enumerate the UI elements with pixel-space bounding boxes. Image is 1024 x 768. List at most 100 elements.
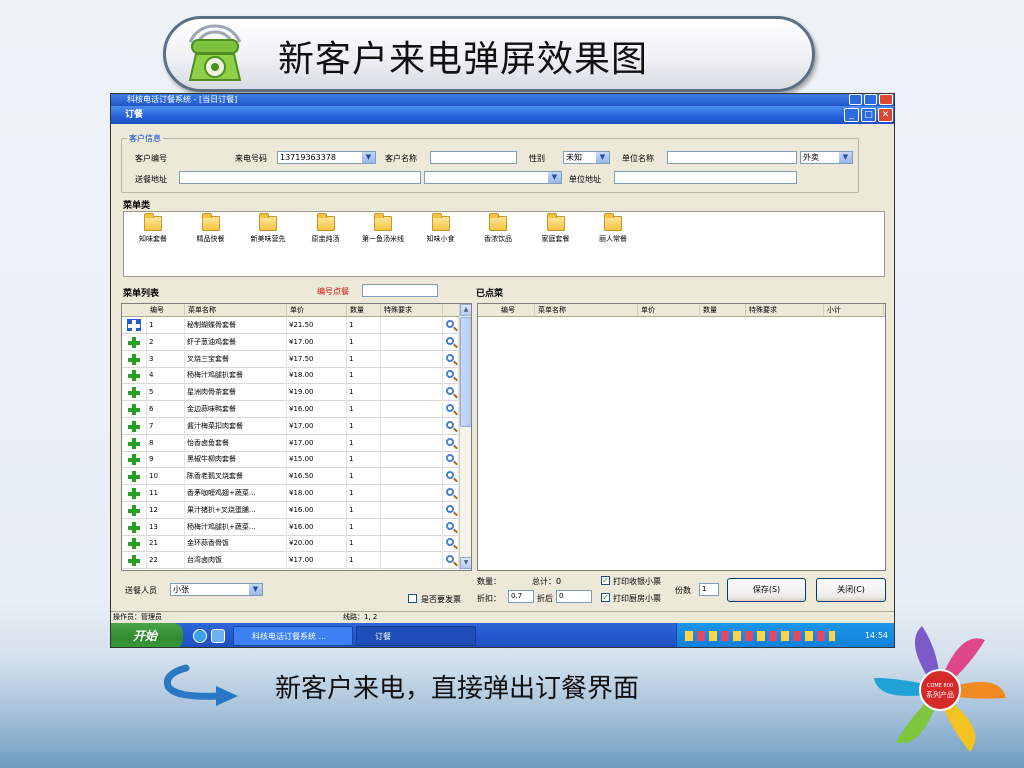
lookup-cell[interactable] xyxy=(443,317,459,334)
delivery-person-combo[interactable]: 小张 ▼ xyxy=(170,583,263,596)
add-plus-icon[interactable] xyxy=(127,487,141,499)
magnifier-icon[interactable] xyxy=(446,353,454,362)
lookup-cell[interactable] xyxy=(443,434,459,452)
print-kitchen-checkbox[interactable]: ✓ xyxy=(601,593,610,602)
lookup-cell[interactable] xyxy=(443,333,459,351)
category-folder[interactable]: 新美味营先 xyxy=(241,213,295,244)
magnifier-icon[interactable] xyxy=(446,521,454,530)
invoice-checkbox[interactable] xyxy=(408,594,417,603)
ordered-col-header[interactable]: 编号 xyxy=(498,304,535,317)
ordered-col-header[interactable]: 菜单名称 xyxy=(535,304,638,317)
cell-special[interactable] xyxy=(381,417,443,435)
lookup-cell[interactable] xyxy=(443,417,459,435)
table-row[interactable]: 3 叉烧三宝套餐 ¥17.50 1 xyxy=(122,350,459,368)
category-folder[interactable]: 知味小食 xyxy=(414,213,468,244)
add-cell[interactable] xyxy=(122,552,147,570)
cell-special[interactable] xyxy=(381,384,443,402)
add-cell[interactable] xyxy=(122,468,147,486)
category-folder[interactable]: 第一鱼汤米线 xyxy=(356,213,410,244)
magnifier-icon[interactable] xyxy=(446,454,454,463)
lookup-cell[interactable] xyxy=(443,367,459,385)
category-folder[interactable]: 丽人常餐 xyxy=(586,213,640,244)
unit-address-input[interactable] xyxy=(614,171,797,184)
magnifier-icon[interactable] xyxy=(446,471,454,480)
menu-col-header[interactable]: 菜单名称 xyxy=(185,304,287,317)
add-cell[interactable] xyxy=(122,434,147,452)
add-cell[interactable] xyxy=(122,384,147,402)
table-row[interactable]: 8 怡香卤鱼套餐 ¥17.00 1 xyxy=(122,434,459,452)
after-discount-input[interactable]: 0 xyxy=(556,590,592,603)
add-cell[interactable] xyxy=(122,367,147,385)
task-app[interactable]: 科核电话订餐系统 ... xyxy=(233,626,353,646)
magnifier-icon[interactable] xyxy=(446,437,454,446)
outer-restore-button[interactable] xyxy=(864,94,877,105)
lookup-cell[interactable] xyxy=(443,501,459,519)
add-cell[interactable] xyxy=(122,535,147,553)
category-folder[interactable]: 原盅炖汤 xyxy=(299,213,353,244)
add-plus-icon[interactable] xyxy=(127,386,141,399)
add-plus-icon[interactable] xyxy=(127,319,141,331)
add-cell[interactable] xyxy=(122,333,147,351)
category-folder[interactable]: 精品快餐 xyxy=(184,213,238,244)
magnifier-icon[interactable] xyxy=(446,420,454,429)
address-combo[interactable]: ▼ xyxy=(424,171,562,184)
add-cell[interactable] xyxy=(122,485,147,502)
cell-special[interactable] xyxy=(381,451,443,469)
lookup-cell[interactable] xyxy=(443,535,459,553)
table-row[interactable]: 4 杨梅汁鸡腿扒套餐 ¥18.00 1 xyxy=(122,367,459,385)
table-row[interactable]: 7 酱汁梅菜扣肉套餐 ¥17.00 1 xyxy=(122,417,459,435)
table-row[interactable]: 2 虾子葱油鸡套餐 ¥17.00 1 xyxy=(122,333,459,351)
ordered-col-header[interactable]: 数量 xyxy=(700,304,746,317)
cell-special[interactable] xyxy=(381,518,443,536)
add-cell[interactable] xyxy=(122,518,147,536)
table-row[interactable]: 9 黑椒牛柳肉套餐 ¥15.00 1 xyxy=(122,451,459,469)
magnifier-icon[interactable] xyxy=(446,387,454,396)
add-cell[interactable] xyxy=(122,451,147,469)
start-button[interactable]: 开始 xyxy=(111,623,183,647)
phone-combo[interactable]: 13719363378 ▼ xyxy=(277,151,376,164)
lookup-cell[interactable] xyxy=(443,350,459,368)
lookup-cell[interactable] xyxy=(443,401,459,418)
task-order[interactable]: 订餐 xyxy=(356,626,476,646)
magnifier-icon[interactable] xyxy=(446,320,454,328)
cell-special[interactable] xyxy=(381,333,443,351)
ie-icon[interactable] xyxy=(193,629,207,643)
gender-combo[interactable]: 未知 ▼ xyxy=(563,151,610,164)
category-folder[interactable]: 知味套餐 xyxy=(126,213,180,244)
menu-col-header[interactable]: 特殊要求 xyxy=(381,304,443,317)
magnifier-icon[interactable] xyxy=(446,538,454,547)
cell-special[interactable] xyxy=(381,485,443,502)
scroll-down-icon[interactable]: ▼ xyxy=(460,557,471,569)
cell-special[interactable] xyxy=(381,350,443,368)
add-plus-icon[interactable] xyxy=(127,537,141,550)
add-cell[interactable] xyxy=(122,317,147,334)
unit-name-input[interactable] xyxy=(667,151,797,164)
cell-special[interactable] xyxy=(381,367,443,385)
minimize-button[interactable]: _ xyxy=(844,108,859,122)
outer-minimize-button[interactable] xyxy=(849,94,862,105)
scroll-thumb[interactable] xyxy=(460,317,471,427)
menu-col-header[interactable]: 数量 xyxy=(347,304,381,317)
lookup-cell[interactable] xyxy=(443,518,459,536)
add-plus-icon[interactable] xyxy=(127,554,141,567)
save-button[interactable]: 保存(S) xyxy=(727,578,806,602)
add-cell[interactable] xyxy=(122,501,147,519)
add-plus-icon[interactable] xyxy=(127,504,141,516)
table-row[interactable]: 10 陈香老鹅叉烧套餐 ¥16.50 1 xyxy=(122,468,459,486)
magnifier-icon[interactable] xyxy=(446,555,454,564)
desktop-icon[interactable] xyxy=(211,629,225,643)
lookup-cell[interactable] xyxy=(443,552,459,570)
add-cell[interactable] xyxy=(122,350,147,368)
menu-table-scrollbar[interactable]: ▲ ▼ xyxy=(459,304,471,570)
table-row[interactable]: 5 星洲肉骨茶套餐 ¥19.00 1 xyxy=(122,384,459,402)
table-row[interactable]: 13 杨梅汁鸡腿扒+蔬菜... ¥16.00 1 xyxy=(122,518,459,536)
table-row[interactable]: 1 秘制蝴蝶骨套餐 ¥21.50 1 xyxy=(122,317,459,334)
cell-special[interactable] xyxy=(381,535,443,553)
cell-special[interactable] xyxy=(381,434,443,452)
add-cell[interactable] xyxy=(122,401,147,418)
cell-special[interactable] xyxy=(381,501,443,519)
table-row[interactable]: 22 台湾卤肉饭 ¥17.00 1 xyxy=(122,552,459,570)
menu-col-header[interactable]: 编号 xyxy=(147,304,185,317)
cell-special[interactable] xyxy=(381,317,443,334)
outer-close-button[interactable] xyxy=(879,94,893,105)
